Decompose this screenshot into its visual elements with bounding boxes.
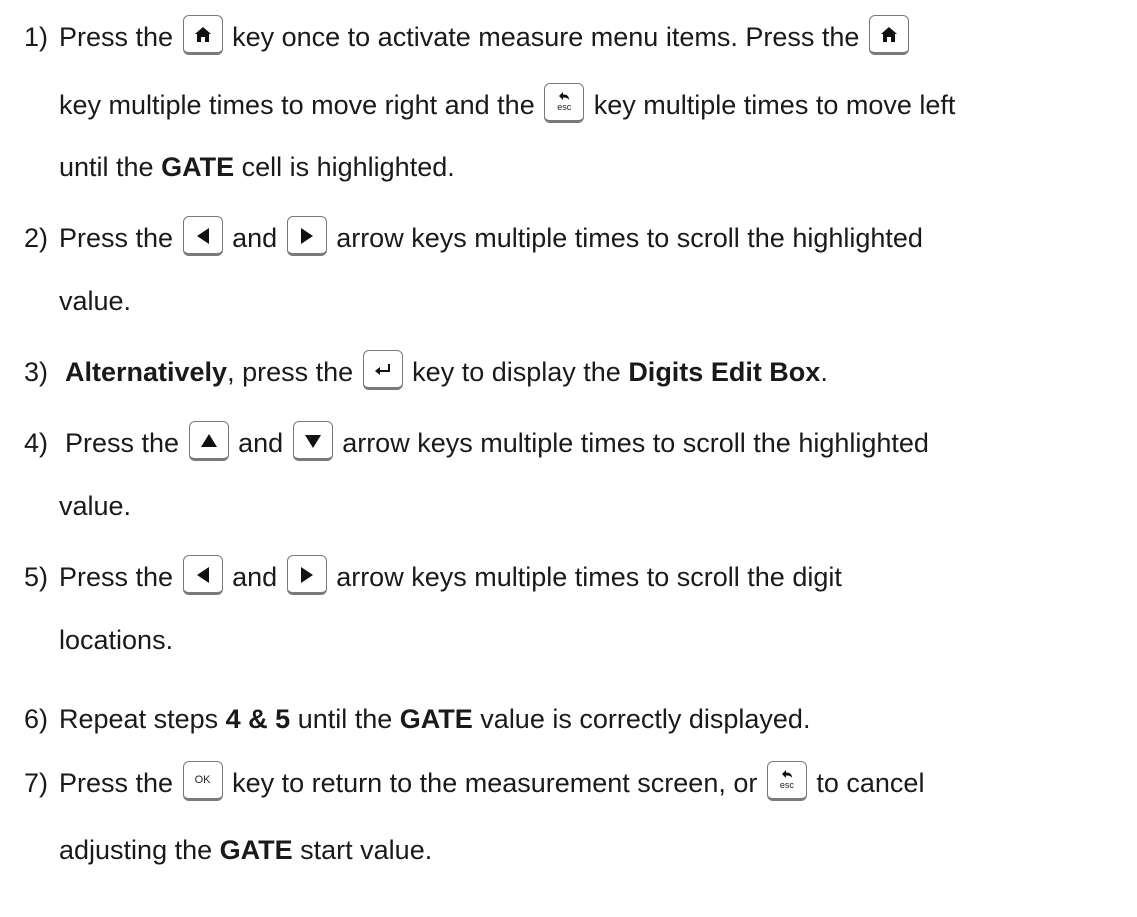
- home-key-icon: [868, 14, 909, 55]
- right-arrow-key-icon: [286, 554, 327, 595]
- up-arrow-key-icon: [188, 420, 229, 461]
- right-arrow-key-icon: [286, 215, 327, 256]
- down-arrow-key-icon: [292, 420, 333, 461]
- left-arrow-key-icon: [182, 215, 223, 256]
- enter-key-icon: [362, 349, 403, 390]
- left-arrow-key-icon: [182, 554, 223, 595]
- esc-key-icon: esc: [766, 760, 807, 801]
- esc-key-icon: esc: [544, 82, 585, 123]
- ok-key-icon: OK: [182, 760, 223, 801]
- home-key-icon: [182, 14, 223, 55]
